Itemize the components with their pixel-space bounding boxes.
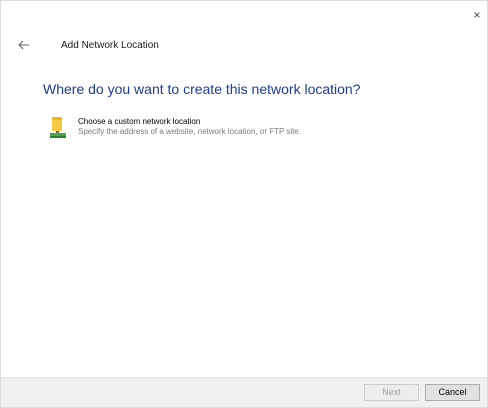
option-title: Choose a custom network location [78,117,201,126]
footer-bar: Next Cancel [1,377,487,407]
option-description: Specify the address of a website, networ… [78,127,302,136]
page-heading: Where do you want to create this network… [43,81,361,97]
close-icon: × [473,8,481,22]
close-button[interactable]: × [469,7,485,23]
wizard-title: Add Network Location [61,40,159,51]
back-button[interactable] [17,38,31,52]
network-location-icon [50,117,66,138]
next-button[interactable]: Next [364,384,419,401]
back-arrow-icon [18,40,29,50]
option-custom-network-location[interactable]: Choose a custom network location Specify… [43,113,423,147]
add-network-location-window: × Add Network Location Where do you want… [0,0,488,408]
cancel-button[interactable]: Cancel [425,384,480,401]
